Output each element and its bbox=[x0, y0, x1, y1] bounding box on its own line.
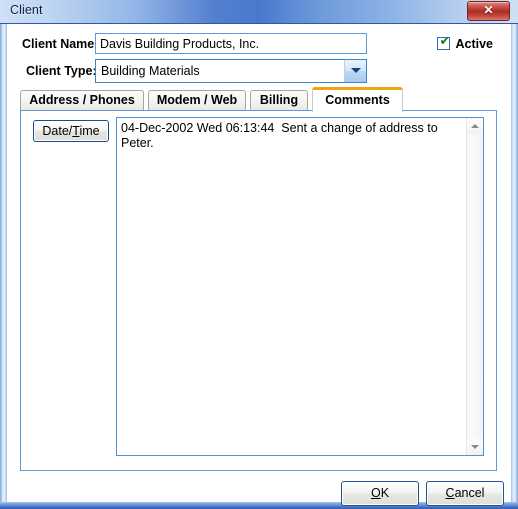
active-checkbox[interactable]: ✔ bbox=[437, 34, 451, 51]
ok-button[interactable]: OK bbox=[341, 481, 419, 506]
window-frame-right bbox=[511, 24, 518, 509]
scroll-up-arrow-icon[interactable] bbox=[467, 118, 483, 134]
client-type-label: Client Type: bbox=[26, 64, 97, 78]
ok-accel: O bbox=[370, 486, 381, 500]
scroll-up-arrow-glyph bbox=[471, 124, 479, 128]
active-label: Active bbox=[455, 36, 493, 51]
active-checkbox-group[interactable]: ✔ Active bbox=[437, 35, 493, 52]
chevron-down-glyph bbox=[350, 68, 361, 73]
close-icon: ✕ bbox=[483, 3, 494, 17]
comments-text[interactable]: 04-Dec-2002 Wed 06:13:44 Sent a change o… bbox=[121, 121, 465, 151]
client-type-value: Building Materials bbox=[101, 64, 200, 78]
client-dialog-window: Client ✕ Client Name: Client Type: Build… bbox=[0, 0, 518, 509]
tab-billing[interactable]: Billing bbox=[250, 90, 308, 110]
scroll-down-arrow-icon[interactable] bbox=[467, 439, 483, 455]
tab-strip: Address / Phones Modem / Web Billing Com… bbox=[20, 87, 500, 112]
close-button[interactable]: ✕ bbox=[467, 1, 510, 21]
client-name-input[interactable] bbox=[95, 33, 367, 54]
ok-label-after: K bbox=[380, 486, 390, 500]
title-bar: Client ✕ bbox=[0, 0, 518, 24]
comments-textarea[interactable]: 04-Dec-2002 Wed 06:13:44 Sent a change o… bbox=[116, 117, 484, 456]
checkmark-icon: ✔ bbox=[439, 34, 451, 50]
window-title: Client bbox=[10, 3, 43, 17]
dialog-client-area: Client Name: Client Type: Building Mater… bbox=[7, 24, 511, 506]
date-time-label-after: ime bbox=[79, 124, 100, 138]
cancel-button[interactable]: Cancel bbox=[426, 481, 504, 506]
chevron-down-icon[interactable] bbox=[344, 60, 366, 82]
date-time-label-before: Date/ bbox=[42, 124, 73, 138]
tab-address-phones[interactable]: Address / Phones bbox=[20, 90, 144, 110]
client-type-combobox[interactable]: Building Materials bbox=[95, 59, 367, 83]
client-name-label: Client Name: bbox=[22, 37, 99, 51]
date-time-button[interactable]: Date/Time bbox=[33, 120, 109, 142]
cancel-label-after: ancel bbox=[454, 486, 485, 500]
window-frame-left bbox=[0, 24, 7, 509]
tab-modem-web[interactable]: Modem / Web bbox=[148, 90, 246, 110]
scroll-down-arrow-glyph bbox=[471, 445, 479, 449]
tab-comments[interactable]: Comments bbox=[312, 87, 403, 112]
cancel-accel: C bbox=[445, 486, 455, 500]
comments-scrollbar[interactable] bbox=[466, 118, 483, 455]
comments-tab-page: Date/Time 04-Dec-2002 Wed 06:13:44 Sent … bbox=[20, 110, 497, 471]
